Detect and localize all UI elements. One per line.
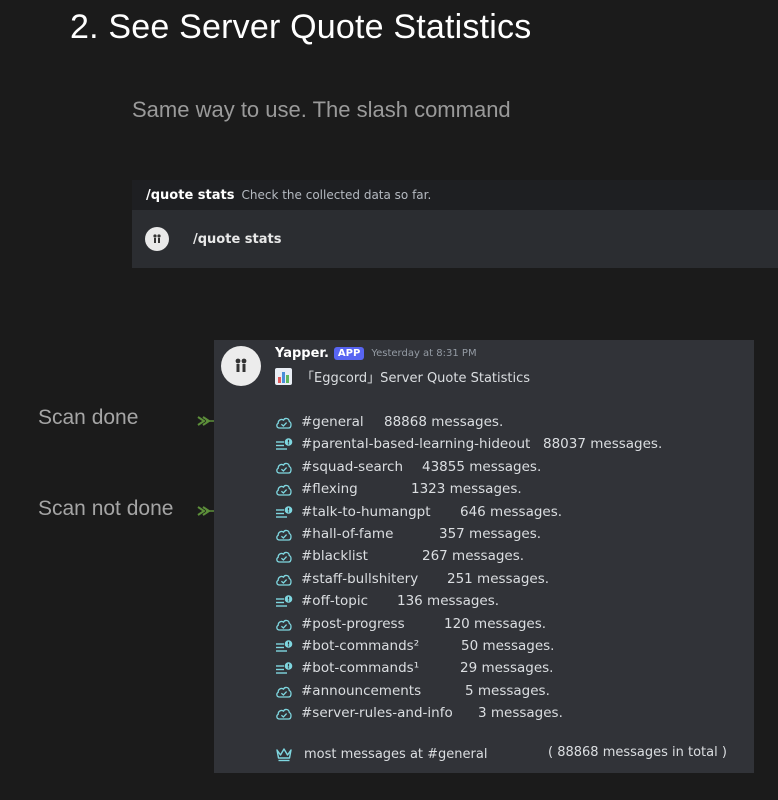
channel-name[interactable]: #general <box>301 414 364 430</box>
channel-name[interactable]: #bot-commands² <box>301 638 419 654</box>
message-count: 3 messages. <box>478 705 563 722</box>
annotation-scan-not-done: Scan not done <box>38 497 174 520</box>
stats-title: 「Eggcord」Server Quote Statistics <box>301 371 531 386</box>
channel-name[interactable]: #off-topic <box>301 593 368 609</box>
channel-name[interactable]: #bot-commands¹ <box>301 660 419 676</box>
channel-name[interactable]: #staff-bullshitery <box>301 571 418 587</box>
cloud-check-icon <box>275 617 293 632</box>
command-description: Check the collected data so far. <box>241 188 432 202</box>
cloud-check-icon <box>275 549 293 564</box>
list-alert-icon <box>275 505 293 520</box>
command-name: /quote stats <box>146 187 235 203</box>
cloud-check-icon <box>275 482 293 497</box>
bot-avatar-icon <box>145 227 169 251</box>
list-alert-icon <box>275 661 293 676</box>
message-count: 43855 messages. <box>422 458 542 475</box>
list-alert-icon <box>275 639 293 654</box>
crown-icon <box>276 748 292 762</box>
message-title: 「Eggcord」Server Quote Statistics <box>275 367 530 386</box>
message-count: 88868 messages. <box>384 414 504 430</box>
list-alert-icon <box>275 594 293 609</box>
annotation-scan-done: Scan done <box>38 406 139 429</box>
channel-name[interactable]: #squad-search <box>301 459 403 475</box>
intro-text: Same way to use. The slash command <box>132 97 511 122</box>
cloud-check-icon <box>275 527 293 542</box>
message-header: Yapper. APP Yesterday at 8:31 PM <box>275 346 477 361</box>
message-count: 29 messages. <box>460 660 554 677</box>
discord-message: Yapper. APP Yesterday at 8:31 PM 「Eggcor… <box>214 340 754 773</box>
channel-name[interactable]: #server-rules-and-info <box>301 705 453 721</box>
message-count: 120 messages. <box>444 615 547 632</box>
message-count: 88037 messages. <box>543 436 663 453</box>
list-alert-icon <box>275 437 293 452</box>
avatar[interactable] <box>221 346 261 386</box>
message-count: 646 messages. <box>460 503 563 520</box>
channel-name[interactable]: #parental-based-learning-hideout <box>301 436 530 452</box>
message-count: 136 messages. <box>397 593 500 610</box>
command-option-label: /quote stats <box>193 231 282 247</box>
message-count: 251 messages. <box>447 570 550 587</box>
message-count: 5 messages. <box>465 682 550 699</box>
message-count: 50 messages. <box>461 637 555 654</box>
channel-name[interactable]: #flexing <box>301 481 358 497</box>
cloud-check-icon <box>275 415 293 430</box>
cloud-check-icon <box>275 684 293 699</box>
channel-name[interactable]: #hall-of-fame <box>301 526 393 542</box>
username[interactable]: Yapper. <box>275 346 329 361</box>
message-count: 267 messages. <box>422 548 525 565</box>
cloud-check-icon <box>275 572 293 587</box>
timestamp: Yesterday at 8:31 PM <box>371 348 477 359</box>
command-option[interactable]: /quote stats <box>132 210 778 268</box>
message-count: 1323 messages. <box>411 481 522 498</box>
most-messages-text: most messages at #general <box>304 747 488 762</box>
channel-name[interactable]: #announcements <box>301 683 421 699</box>
message-count: 357 messages. <box>439 525 542 542</box>
channel-name[interactable]: #blacklist <box>301 548 368 564</box>
command-header: /quote stats Check the collected data so… <box>132 180 778 210</box>
cloud-check-icon <box>275 460 293 475</box>
page-heading: 2. See Server Quote Statistics <box>70 8 532 46</box>
slash-command-popup: /quote stats Check the collected data so… <box>132 180 778 268</box>
channel-name[interactable]: #post-progress <box>301 616 405 632</box>
bar-chart-icon <box>275 368 292 385</box>
channel-name[interactable]: #talk-to-humangpt <box>301 504 431 520</box>
app-badge: APP <box>333 347 365 360</box>
cloud-check-icon <box>275 706 293 721</box>
total-messages-text: ( 88868 messages in total ) <box>548 745 727 760</box>
